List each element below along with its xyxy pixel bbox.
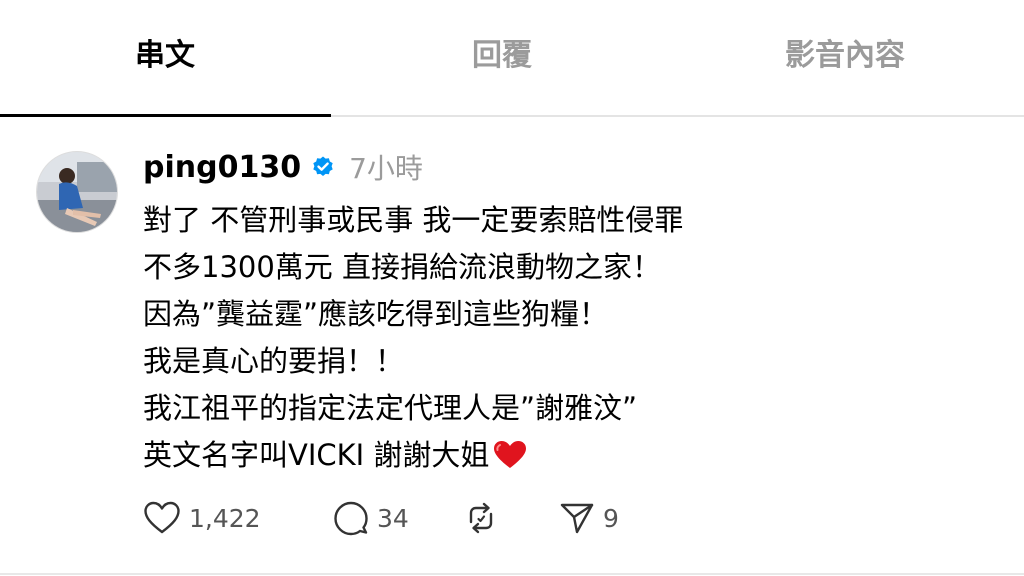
active-tab-indicator [0,114,331,117]
repost-icon [469,502,493,534]
post-timestamp[interactable]: 7小時 [349,147,423,187]
post-text-line: 對了 不管刑事或民事 我一定要索賠性侵罪 [143,203,684,237]
post-text-line-last: 英文名字叫VICKI 謝謝大姐 [143,432,983,479]
post-text-line: 我江祖平的指定法定代理人是”謝雅汶” [143,391,638,425]
username[interactable]: ping0130 [143,150,301,185]
tab-replies[interactable]: 回覆 [337,0,667,116]
share-count: 9 [603,503,619,533]
post-header: ping0130 7小時 [143,146,423,188]
post-body: 對了 不管刑事或民事 我一定要索賠性侵罪 不多1300萬元 直接捐給流浪動物之家… [143,197,983,479]
post-divider [0,573,1024,575]
comment-count: 34 [377,503,409,533]
post-actions: 1,422 34 9 [143,496,659,540]
tab-bar: 串文 回覆 影音內容 [0,0,1024,118]
post-text-line: 因為”龔益霆”應該吃得到這些狗糧！ [143,297,609,331]
avatar[interactable] [36,151,118,233]
comment-button[interactable]: 34 [333,500,463,536]
send-icon [560,503,594,534]
heart-icon [144,501,180,534]
share-button[interactable]: 9 [559,500,659,536]
red-heart-emoji-icon [494,441,527,468]
post-text-line: 我是真心的要捐！！ [143,344,405,378]
like-count: 1,422 [189,503,261,533]
post-text-line: 不多1300萬元 直接捐給流浪動物之家！ [143,250,662,284]
post-text: 英文名字叫VICKI 謝謝大姐 [143,438,490,472]
avatar-photo [37,152,117,232]
tab-media[interactable]: 影音內容 [680,0,1010,116]
like-button[interactable]: 1,422 [143,501,333,535]
tab-threads[interactable]: 串文 [0,0,330,116]
repost-button[interactable] [463,500,559,536]
verified-badge-icon [313,156,333,176]
comment-icon [334,501,368,536]
